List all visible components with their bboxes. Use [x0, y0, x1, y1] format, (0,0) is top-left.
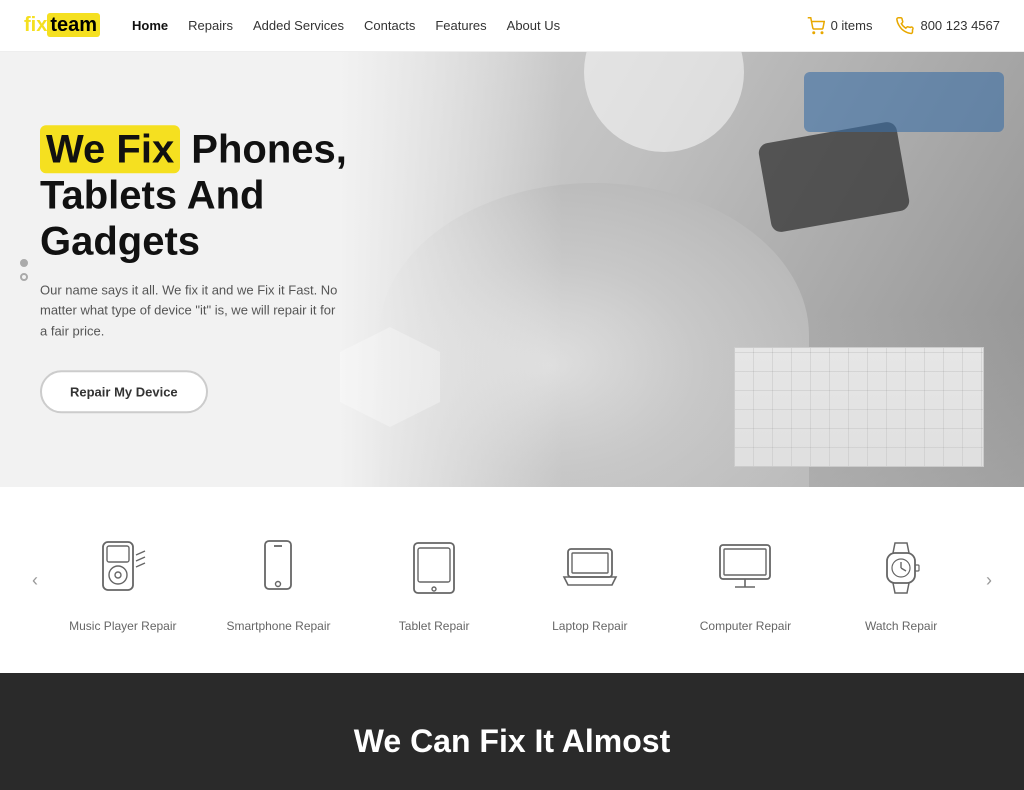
- logo-fix: fix: [24, 14, 47, 36]
- service-label-computer: Computer Repair: [700, 619, 791, 633]
- music-player-svg: [93, 537, 153, 597]
- service-label-music: Music Player Repair: [69, 619, 176, 633]
- carousel-prev-button[interactable]: ‹: [20, 565, 50, 595]
- hero-title-line2: Tablets And: [40, 173, 264, 217]
- tablet-svg: [404, 537, 464, 597]
- service-item-music[interactable]: Music Player Repair: [63, 527, 183, 633]
- services-carousel: ‹ Music Player: [20, 527, 1004, 633]
- nav-repairs[interactable]: Repairs: [188, 18, 233, 33]
- nav-contacts[interactable]: Contacts: [364, 18, 415, 33]
- services-grid: Music Player Repair Smartphone Repair: [50, 527, 974, 633]
- services-section: ‹ Music Player: [0, 487, 1024, 673]
- smartphone-svg: [248, 537, 308, 597]
- footer-title: We Can Fix It Almost: [60, 723, 964, 760]
- tablet-icon: [394, 527, 474, 607]
- hero-highlight: We Fix: [40, 125, 180, 173]
- nav-about-us[interactable]: About Us: [507, 18, 560, 33]
- cart-icon: [807, 17, 825, 35]
- dot-1[interactable]: [20, 259, 28, 267]
- cart-label: 0 items: [831, 18, 873, 33]
- computer-svg: [715, 537, 775, 597]
- hero-section: We Fix Phones, Tablets And Gadgets Our n…: [0, 52, 1024, 487]
- navbar: fixteam Home Repairs Added Services Cont…: [0, 0, 1024, 52]
- service-item-tablet[interactable]: Tablet Repair: [374, 527, 494, 633]
- phone-button[interactable]: 800 123 4567: [896, 17, 1000, 35]
- service-label-tablet: Tablet Repair: [399, 619, 470, 633]
- music-player-icon: [83, 527, 163, 607]
- service-item-smartphone[interactable]: Smartphone Repair: [218, 527, 338, 633]
- watch-icon: [861, 527, 941, 607]
- carousel-next-button[interactable]: ›: [974, 565, 1004, 595]
- service-label-smartphone: Smartphone Repair: [226, 619, 330, 633]
- phone-label: 800 123 4567: [920, 18, 1000, 33]
- hero-title-line3: Gadgets: [40, 219, 200, 263]
- service-item-watch[interactable]: Watch Repair: [841, 527, 961, 633]
- slide-indicators: [20, 259, 28, 281]
- dot-2[interactable]: [20, 273, 28, 281]
- nav-links: Home Repairs Added Services Contacts Fea…: [132, 18, 560, 33]
- watch-svg: [871, 537, 931, 597]
- cart-button[interactable]: 0 items: [807, 17, 873, 35]
- service-item-laptop[interactable]: Laptop Repair: [530, 527, 650, 633]
- hero-content: We Fix Phones, Tablets And Gadgets Our n…: [40, 126, 347, 413]
- service-item-computer[interactable]: Computer Repair: [685, 527, 805, 633]
- service-label-watch: Watch Repair: [865, 619, 937, 633]
- nav-home[interactable]: Home: [132, 18, 168, 33]
- hero-cta-button[interactable]: Repair My Device: [40, 370, 208, 413]
- phone-icon: [896, 17, 914, 35]
- service-label-laptop: Laptop Repair: [552, 619, 627, 633]
- laptop-svg: [560, 537, 620, 597]
- smartphone-icon: [238, 527, 318, 607]
- computer-icon: [705, 527, 785, 607]
- hero-subtitle: Our name says it all. We fix it and we F…: [40, 280, 340, 342]
- logo-team: team: [47, 13, 100, 37]
- logo[interactable]: fixteam: [24, 14, 100, 37]
- hero-title-rest: Phones,: [180, 127, 347, 171]
- navbar-right: 0 items 800 123 4567: [807, 17, 1000, 35]
- navbar-left: fixteam Home Repairs Added Services Cont…: [24, 14, 560, 37]
- footer-section: We Can Fix It Almost: [0, 673, 1024, 790]
- nav-features[interactable]: Features: [435, 18, 486, 33]
- nav-added-services[interactable]: Added Services: [253, 18, 344, 33]
- laptop-icon: [550, 527, 630, 607]
- hero-title: We Fix Phones, Tablets And Gadgets: [40, 126, 347, 264]
